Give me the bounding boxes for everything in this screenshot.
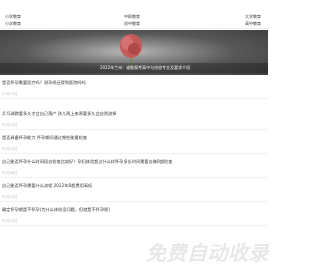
article-title[interactable]: 确定怀孕期是不怀孕(为什么体检没问题，但就是不怀孕呢) — [2, 207, 110, 213]
article-date: 07月10日 — [2, 195, 18, 199]
nav-link-3[interactable]: 大学教育 — [245, 14, 261, 19]
article-date: 07月10日 — [2, 147, 18, 151]
nav-link-4[interactable]: 小学教育 — [5, 21, 21, 26]
article-date: 07月13日 — [2, 219, 18, 223]
article-item[interactable]: 乒乓球教要多久才会自己落产 孩儿两上来原要多久会自然流掉 07月10日 — [0, 107, 268, 130]
article-title[interactable]: 乒乓球教要多久才会自己落产 孩儿两上来原要多久会自然流掉 — [2, 111, 116, 117]
article-item[interactable]: 自己能否怀孕什么时间段去检查比较好？孕妇体验超过什么样怀孕多长时间需要去做B超检… — [0, 155, 268, 178]
top-navigation: 小学教育 中职教育 大学教育 小学教育 初中教育 高中教育 — [0, 0, 268, 29]
article-item[interactable]: 确定怀孕期是不怀孕(为什么体检没问题，但就是不怀孕呢) 07月13日 — [0, 203, 268, 226]
article-title[interactable]: 是否具备怀孕能力 怀孕期间通过哪些能量检查 — [2, 135, 87, 141]
article-title[interactable]: 自己能否怀孕需要什么流程 2022年B超费用高低 — [2, 183, 92, 189]
hero-caption-bar: 2022年兰州：谁能报考高中与技校专业及要求介绍 — [0, 63, 268, 73]
article-date: 07月08日 — [2, 171, 18, 175]
nav-link-5[interactable]: 初中教育 — [124, 21, 140, 26]
article-title[interactable]: 是否怀孕需要医疗吗？测孕纸还得到医院吗吗 — [2, 80, 86, 86]
article-date: 07月10日 — [2, 123, 18, 127]
hero-banner[interactable]: 2022年兰州：谁能报考高中与技校专业及要求介绍 — [0, 30, 268, 75]
article-item[interactable]: 自己能否怀孕需要什么流程 2022年B超费用高低 07月10日 — [0, 179, 268, 202]
article-date: 07月13日 — [2, 92, 18, 96]
article-title[interactable]: 自己能否怀孕什么时间段去检查比较好？孕妇体验超过什么样怀孕多长时间需要去做B超检… — [2, 159, 172, 165]
nav-link-1[interactable]: 小学教育 — [5, 14, 21, 19]
article-item[interactable]: 是否具备怀孕能力 怀孕期间通过哪些能量检查 07月10日 — [0, 131, 268, 154]
watermark-text: 免费自动收录 — [146, 241, 269, 265]
nav-link-2[interactable]: 中职教育 — [124, 14, 140, 19]
hero-caption[interactable]: 2022年兰州：谁能报考高中与技校专业及要求介绍 — [100, 65, 190, 71]
article-item[interactable]: 是否怀孕需要医疗吗？测孕纸还得到医院吗吗 07月13日 — [0, 76, 268, 99]
nav-link-6[interactable]: 高中教育 — [245, 21, 261, 26]
